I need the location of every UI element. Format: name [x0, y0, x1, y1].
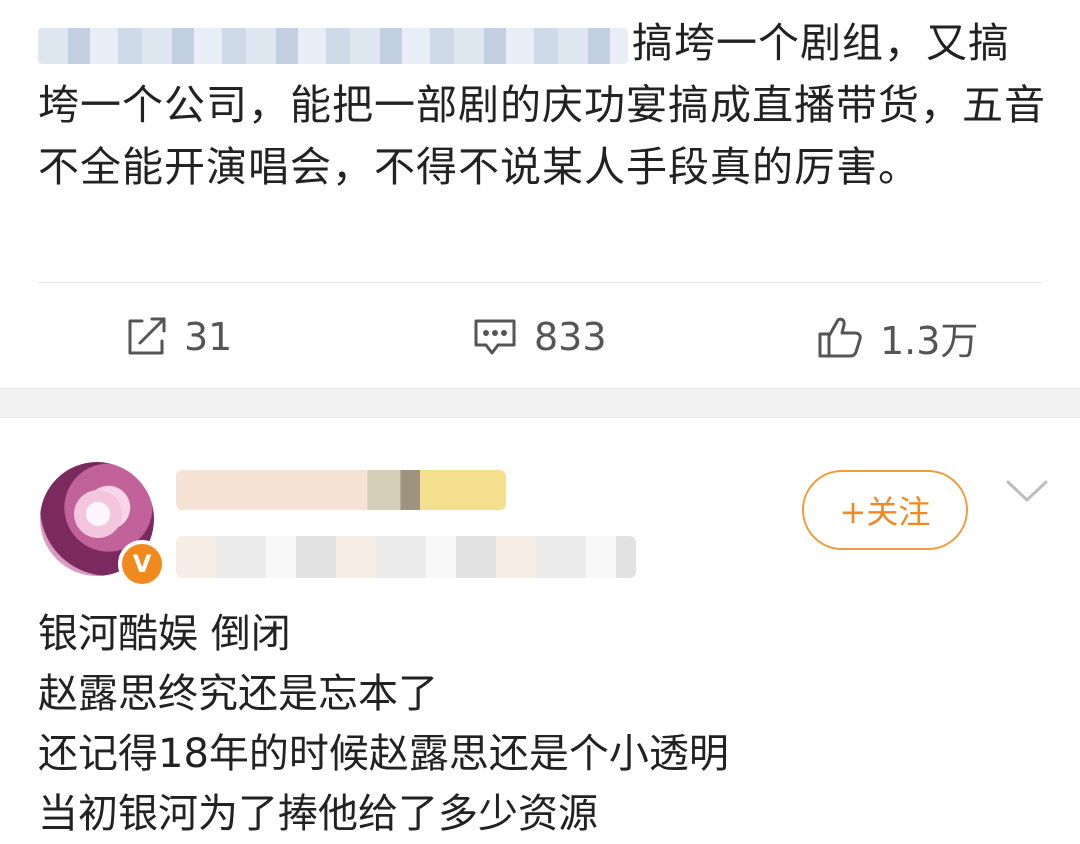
comment-icon — [472, 315, 518, 359]
blurred-username — [38, 28, 628, 64]
chevron-down-icon[interactable] — [1004, 476, 1050, 510]
verified-badge: V — [118, 540, 166, 588]
section-separator — [0, 388, 1080, 418]
post-card-2: V +关注 银河酷娱 倒闭 赵露思终究还是忘本了 还记得18年的时候赵露思还是个… — [0, 418, 1080, 837]
post-line: 赵露思终究还是忘本了 — [38, 671, 438, 717]
comment-button[interactable]: 833 — [472, 296, 607, 378]
avatar-flower-image — [70, 486, 126, 542]
post-line: 当初银河为了捧他给了多少资源 — [38, 791, 598, 837]
post-body: 银河酷娱 倒闭 赵露思终究还是忘本了 还记得18年的时候赵露思还是个小透明 当初… — [38, 604, 1048, 844]
repost-button[interactable]: 31 — [124, 296, 232, 378]
action-bar: 31 833 1.3万 — [0, 296, 1080, 378]
divider — [38, 282, 1042, 283]
post-line: 银河酷娱 倒闭 — [38, 611, 291, 657]
blurred-user-meta — [176, 536, 636, 578]
like-icon — [816, 314, 864, 360]
post-card-1: 搞垮一个剧组，又搞垮一个公司，能把一部剧的庆功宴搞成直播带货，五音不全能开演唱会… — [0, 0, 1080, 388]
repost-count: 31 — [184, 315, 233, 359]
comment-count: 833 — [534, 315, 607, 359]
like-count: 1.3万 — [880, 318, 979, 363]
post-body: 搞垮一个剧组，又搞垮一个公司，能把一部剧的庆功宴搞成直播带货，五音不全能开演唱会… — [38, 12, 1048, 198]
repost-icon — [124, 315, 168, 359]
like-button[interactable]: 1.3万 — [816, 296, 978, 378]
blurred-username[interactable] — [176, 470, 506, 510]
follow-button[interactable]: +关注 — [802, 470, 968, 550]
post-line: 还记得18年的时候赵露思还是个小透明 — [38, 731, 729, 777]
